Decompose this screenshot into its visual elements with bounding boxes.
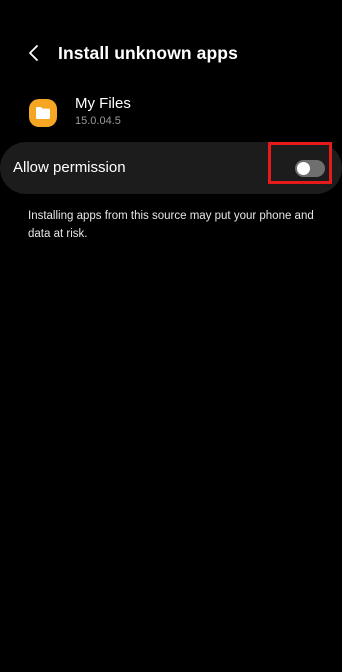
app-version: 15.0.04.5 [75,115,121,127]
folder-icon [29,99,57,127]
warning-text: Installing apps from this source may put… [28,210,314,240]
chevron-left-icon [29,45,38,61]
header-bar: Install unknown apps [0,36,342,70]
app-name: My Files [75,95,131,112]
page-title: Install unknown apps [58,43,238,63]
highlight-box [268,142,332,184]
allow-permission-label: Allow permission [13,159,126,176]
back-button[interactable] [22,40,46,66]
app-info: My Files 15.0.04.5 [26,94,326,134]
